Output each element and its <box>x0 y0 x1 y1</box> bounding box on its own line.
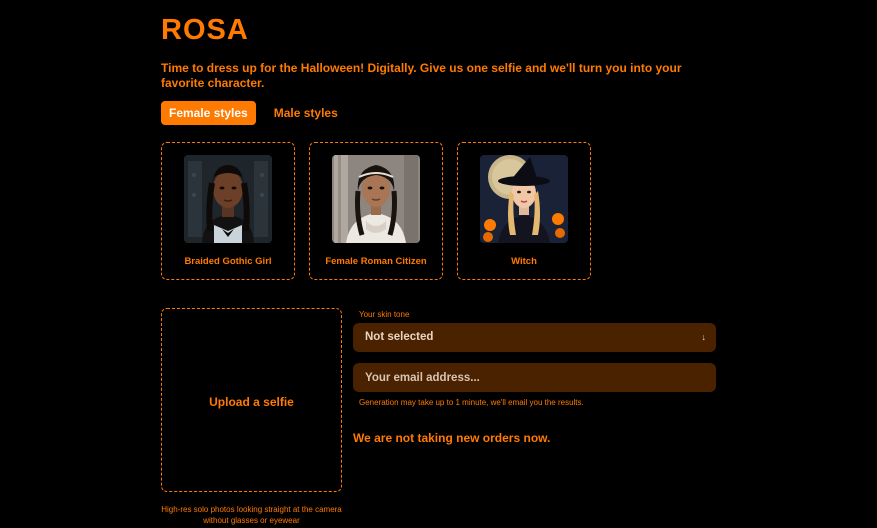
style-tabs: Female styles Male styles <box>161 101 346 125</box>
style-card-braided-gothic-girl[interactable]: Braided Gothic Girl <box>161 142 295 280</box>
tab-female-styles[interactable]: Female styles <box>161 101 256 125</box>
upload-hint: High-res solo photos looking straight at… <box>161 505 342 525</box>
skin-tone-select[interactable]: Not selected ↓ <box>353 323 716 352</box>
style-card-label: Witch <box>511 256 537 267</box>
email-field[interactable] <box>353 363 716 392</box>
generation-note: Generation may take up to 1 minute, we'l… <box>359 398 584 407</box>
style-thumbnail <box>480 155 568 243</box>
brand-logo: ROSA <box>161 14 249 46</box>
style-thumbnail <box>332 155 420 243</box>
style-card-female-roman-citizen[interactable]: Female Roman Citizen <box>309 142 443 280</box>
selfie-upload-dropzone[interactable]: Upload a selfie <box>161 308 342 492</box>
page-tagline: Time to dress up for the Halloween! Digi… <box>161 61 682 90</box>
skin-tone-value: Not selected <box>365 331 434 343</box>
style-card-label: Braided Gothic Girl <box>184 256 272 267</box>
style-thumbnail <box>184 155 272 243</box>
upload-selfie-label: Upload a selfie <box>209 395 294 409</box>
skin-tone-label: Your skin tone <box>359 310 410 319</box>
chevron-down-icon: ↓ <box>701 332 707 342</box>
status-message: We are not taking new orders now. <box>353 431 551 445</box>
style-card-label: Female Roman Citizen <box>325 256 427 267</box>
style-cards: Braided Gothic Girl Female Roman Citizen… <box>161 142 591 280</box>
tab-male-styles[interactable]: Male styles <box>266 101 346 125</box>
style-card-witch[interactable]: Witch <box>457 142 591 280</box>
